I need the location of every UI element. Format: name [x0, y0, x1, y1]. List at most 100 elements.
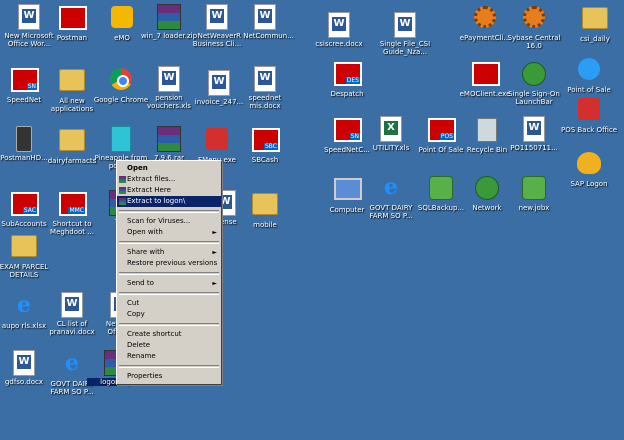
xls-icon: X — [380, 116, 402, 142]
menu-properties[interactable]: Properties — [117, 371, 221, 382]
bin-icon — [477, 118, 497, 142]
xls-icon-frame: X — [378, 116, 404, 142]
mail-icon — [59, 6, 87, 30]
cyan-icon — [111, 126, 131, 152]
gear-icon — [523, 6, 545, 28]
menu-extract-to[interactable]: Extract to logon\ — [117, 196, 221, 207]
word-glyph: W — [17, 355, 31, 369]
desktop-icon-pos-back-office[interactable]: POS Back Office — [560, 96, 618, 134]
desktop-icon-r-netcommun[interactable]: W R NetCommun... — [236, 4, 294, 40]
folder-icon-frame — [11, 235, 37, 261]
doc-icon: W — [18, 4, 40, 30]
rar-icon — [157, 126, 181, 152]
folder-icon — [252, 193, 278, 215]
desktop-icon-single-file-csi[interactable]: W Single File_CSI Guide_Nza... — [376, 12, 434, 56]
desktop-icon-speednet-mis[interactable]: Wspeednet mis.docx — [236, 66, 294, 110]
word-glyph: W — [398, 17, 412, 31]
desktop-icon-new-jobx[interactable]: new.jobx — [505, 174, 563, 212]
menu-rename[interactable]: Rename — [117, 351, 221, 362]
doc-icon-frame: W — [16, 4, 42, 30]
doc-icon-frame: W — [204, 4, 230, 30]
mail-icon: SBC — [252, 128, 280, 152]
app-tag: SAC — [22, 207, 37, 214]
menu-extract-here[interactable]: Extract Here — [117, 185, 221, 196]
desktop-icon-po1150711[interactable]: W PO1150711... — [505, 116, 563, 152]
desktop-icon-csi-daily[interactable]: csi_daily — [566, 4, 624, 43]
desktop-icon-label: SAP Logon — [570, 180, 608, 188]
pc-icon-frame — [334, 178, 362, 204]
mail-icon-frame: SBC — [252, 128, 280, 154]
doc-icon: W — [206, 4, 228, 30]
doc-icon: W — [394, 12, 416, 38]
word-glyph: W — [258, 9, 272, 23]
desktop-icon-label: Single File_CSI Guide_Nza... — [379, 40, 431, 56]
word-glyph: W — [65, 297, 79, 311]
bin-icon-frame — [474, 118, 500, 144]
red-icon-frame — [576, 98, 602, 124]
doc-icon-frame: W — [392, 12, 418, 38]
ie-icon-frame: e — [59, 352, 85, 378]
net-icon — [522, 62, 546, 86]
desktop-icon-point-of-sale-1[interactable]: Point of Sale — [560, 56, 618, 94]
disk-icon — [429, 176, 453, 200]
word-glyph: W — [527, 121, 541, 135]
doc-icon: W — [254, 4, 276, 30]
menu-scan[interactable]: Scan for Viruses... — [117, 216, 221, 227]
winrar-icon — [119, 187, 126, 194]
toy-icon-frame — [109, 6, 135, 32]
desktop-icon-mobile[interactable]: mobile — [236, 190, 294, 229]
desktop-icon-despatch[interactable]: DES Despatch — [318, 60, 376, 98]
desktop-icon-label: csiscree.docx — [315, 40, 363, 48]
app-tag: SBC — [263, 143, 278, 150]
word-glyph: W — [210, 9, 224, 23]
menu-cut[interactable]: Cut — [117, 298, 221, 309]
winrar-icon — [119, 198, 126, 205]
desktop-icon-sybase-central[interactable]: Sybase Central 16.0 — [505, 4, 563, 50]
submenu-arrow-icon: ► — [212, 280, 217, 287]
menu-separator — [119, 365, 219, 368]
menu-separator — [119, 272, 219, 275]
menu-create-shortcut[interactable]: Create shortcut — [117, 329, 221, 340]
red-icon — [206, 128, 228, 150]
menu-open-with[interactable]: Open with ► — [117, 227, 221, 238]
menu-copy[interactable]: Copy — [117, 309, 221, 320]
doc-icon: W — [158, 66, 180, 92]
desktop-icon-label: Single Sign-On LaunchBar — [508, 90, 560, 106]
mail-icon: DES — [334, 62, 362, 86]
app-tag: POS — [439, 133, 454, 140]
desktop: W New Microsoft Office Wor... Postman eMO wi… — [0, 0, 624, 440]
chrome-icon-frame — [108, 68, 134, 94]
disk-icon — [522, 176, 546, 200]
menu-open[interactable]: Open — [117, 163, 221, 174]
menu-extract-files[interactable]: Extract files... — [117, 174, 221, 185]
sap-icon — [577, 152, 601, 174]
desktop-icon-sbcash[interactable]: SBC SBCash — [236, 126, 294, 164]
desktop-icon-sap-logon[interactable]: SAP Logon — [560, 150, 618, 188]
net-icon — [475, 176, 499, 200]
desktop-icon-exam-parcel[interactable]: EXAM PARCEL DETAILS — [0, 232, 53, 279]
mail-icon-frame — [59, 6, 87, 32]
menu-delete[interactable]: Delete — [117, 340, 221, 351]
app-tag: MMC — [68, 207, 85, 214]
menu-restore[interactable]: Restore previous versions — [117, 258, 221, 269]
menu-send-to[interactable]: Send to ► — [117, 278, 221, 289]
desktop-icon-label: Despatch — [330, 90, 364, 98]
folder-icon — [11, 235, 37, 257]
gear-icon-frame — [472, 6, 498, 32]
app-tag: SN — [26, 83, 37, 90]
menu-share-with[interactable]: Share with ► — [117, 247, 221, 258]
doc-icon: W — [61, 292, 83, 318]
mail-icon: SAC — [11, 192, 39, 216]
excel-glyph: X — [384, 121, 398, 135]
chrome-icon — [110, 68, 132, 90]
desktop-icon-csiscree[interactable]: Wcsiscree.docx — [310, 12, 368, 48]
mail-icon-frame: SN — [334, 118, 362, 144]
desktop-icon-label: EXAM PARCEL DETAILS — [0, 263, 49, 279]
folder-icon-frame — [59, 69, 85, 95]
gear-icon-frame — [521, 6, 547, 32]
folder-icon — [59, 69, 85, 91]
app-tag: SN — [349, 133, 360, 140]
menu-separator — [119, 241, 219, 244]
desktop-icon-sso-launchbar[interactable]: Single Sign-On LaunchBar — [505, 60, 563, 106]
folder-icon — [59, 129, 85, 151]
